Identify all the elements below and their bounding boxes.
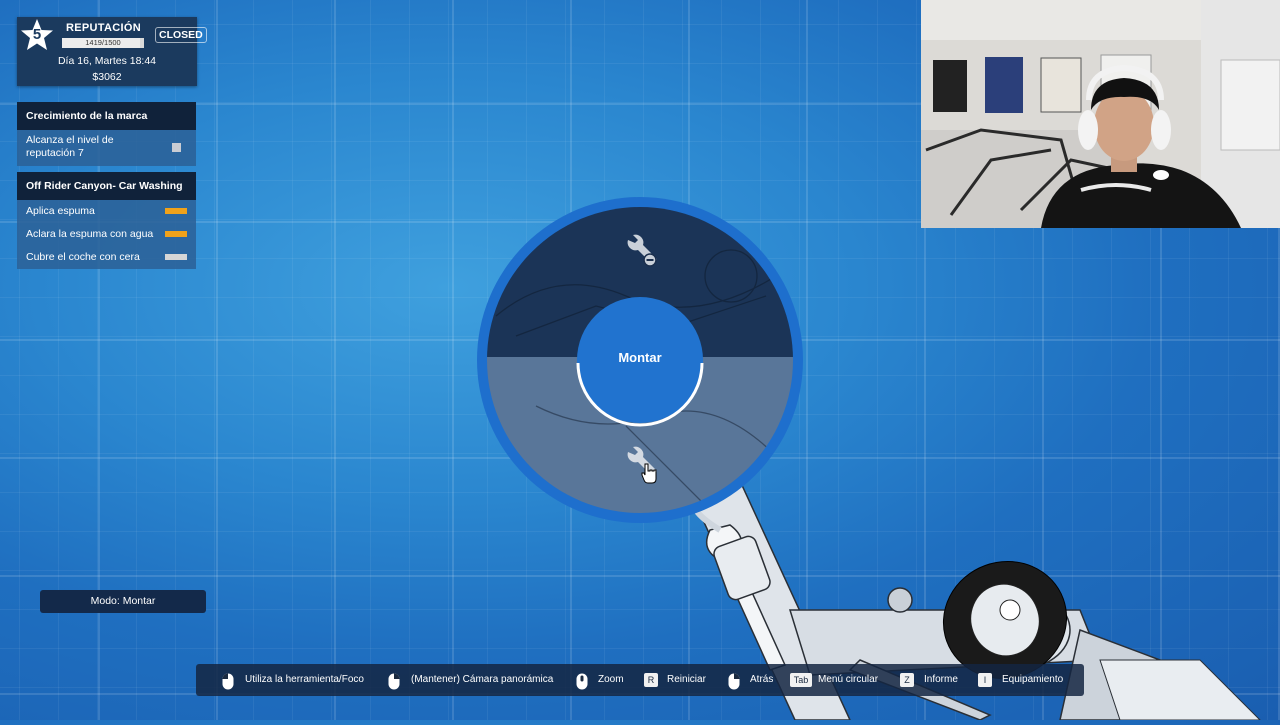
control-label: Informe xyxy=(924,674,958,685)
control-use-tool: Utiliza la herramienta/Foco xyxy=(220,664,364,696)
control-equipment: I Equipamiento xyxy=(978,664,1063,696)
reputation-panel: 5 REPUTACIÓN 1419/1500 CLOSED Día 16, Ma… xyxy=(17,17,207,86)
control-back: Atrás xyxy=(726,664,773,696)
objective-label: Aplica espuma xyxy=(26,205,95,217)
controls-bar: Utiliza la herramienta/Foco (Mantener) C… xyxy=(196,664,1084,696)
radial-center-label: Montar xyxy=(618,350,662,365)
webcam-overlay xyxy=(921,0,1280,228)
control-label: Atrás xyxy=(750,674,774,685)
mouse-left-icon xyxy=(222,672,234,690)
control-zoom: Zoom xyxy=(574,664,624,696)
reputation-progress-bar: 1419/1500 xyxy=(62,38,144,48)
control-label: Utiliza la herramienta/Foco xyxy=(245,674,364,685)
objective-label: Aclara la espuma con agua xyxy=(26,228,154,240)
control-label: (Mantener) Cámara panorámica xyxy=(411,674,554,685)
control-report: Z Informe xyxy=(900,664,958,696)
radial-menu[interactable]: Montar xyxy=(476,196,804,524)
objective-progress-indicator xyxy=(165,208,187,214)
control-pan-camera: (Mantener) Cámara panorámica xyxy=(386,664,553,696)
brand-objective-panel: Crecimiento de la marca Alcanza el nivel… xyxy=(17,102,196,166)
reputation-progress-text: 1419/1500 xyxy=(85,38,121,47)
key-z: Z xyxy=(900,673,914,687)
mouse-wheel-icon xyxy=(576,672,588,690)
objective-item: Cubre el coche con cera xyxy=(17,246,196,269)
game-datetime: Día 16, Martes 18:44 xyxy=(57,55,157,67)
objective-label: Cubre el coche con cera xyxy=(26,251,140,263)
money-balance: $3062 xyxy=(92,71,122,83)
objective-label: Alcanza el nivel de reputación 7 xyxy=(26,134,114,159)
control-label: Reiniciar xyxy=(667,674,706,685)
objective-item: Aclara la espuma con agua xyxy=(17,223,196,246)
control-label: Zoom xyxy=(598,674,624,685)
job-objective-title: Off Rider Canyon- Car Washing xyxy=(17,172,196,200)
objective-item: Alcanza el nivel de reputación 7 xyxy=(17,130,196,166)
key-i: I xyxy=(978,673,992,687)
mouse-right-icon xyxy=(388,672,400,690)
control-label: Menú circular xyxy=(818,674,879,685)
brand-objective-title: Crecimiento de la marca xyxy=(17,102,196,130)
shop-status-badge: CLOSED xyxy=(155,27,207,43)
reputation-level: 5 xyxy=(32,26,42,43)
key-r: R xyxy=(644,673,658,687)
key-tab: Tab xyxy=(790,673,812,687)
reputation-title: REPUTACIÓN xyxy=(66,22,141,34)
control-radial-menu: Tab Menú circular xyxy=(790,664,878,696)
objective-progress-indicator xyxy=(165,231,187,237)
level-star-icon: 5 xyxy=(20,18,54,52)
objective-checkbox-icon xyxy=(172,143,181,152)
job-objective-panel: Off Rider Canyon- Car Washing Aplica esp… xyxy=(17,172,196,269)
objective-item: Aplica espuma xyxy=(17,200,196,223)
mouse-right-icon xyxy=(728,672,740,690)
control-label: Equipamiento xyxy=(1002,674,1064,685)
control-reset: R Reiniciar xyxy=(644,664,706,696)
mode-indicator: Modo: Montar xyxy=(40,590,206,613)
objective-progress-indicator xyxy=(165,254,187,260)
